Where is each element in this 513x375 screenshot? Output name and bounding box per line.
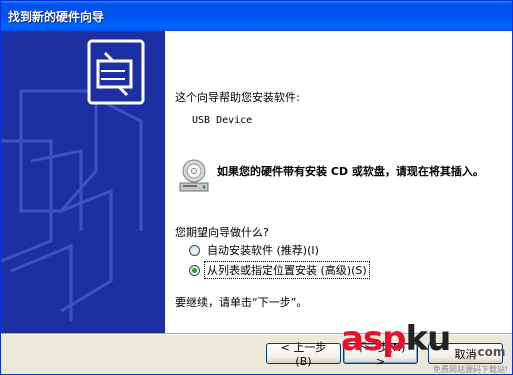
watermark-brand: aspku bbox=[341, 319, 452, 359]
option-auto-install[interactable]: 自动安装软件 (推荐)(I) bbox=[189, 242, 321, 258]
content-pane: 这个向导帮助您安装软件: USB Device 如果您的硬件带有安装 CD 或软… bbox=[165, 31, 512, 333]
cd-drive-icon bbox=[179, 159, 209, 192]
watermark-dotcom: .com bbox=[473, 345, 506, 359]
device-name: USB Device bbox=[192, 115, 253, 126]
watermark-logo: aspku .com 免费网站源码下载站! bbox=[341, 319, 512, 374]
insert-media-note: 如果您的硬件带有安装 CD 或软盘，请现在将其插入。 bbox=[217, 165, 484, 178]
radio-auto-install[interactable] bbox=[189, 244, 200, 256]
question-text: 您期望向导做什么? bbox=[175, 226, 269, 239]
hardware-icon bbox=[87, 39, 145, 105]
title-bar[interactable]: 找到新的硬件向导 bbox=[1, 1, 512, 31]
wizard-banner bbox=[1, 31, 165, 333]
window-title: 找到新的硬件向导 bbox=[8, 10, 105, 24]
watermark-tagline: 免费网站源码下载站! bbox=[433, 365, 509, 374]
back-button[interactable]: < 上一步(B) bbox=[266, 341, 341, 368]
option-manual-install[interactable]: 从列表或指定位置安装 (高级)(S) bbox=[189, 261, 370, 279]
option-auto-install-label: 自动安装软件 (推荐)(I) bbox=[207, 244, 319, 257]
hardware-banner-graphic bbox=[1, 31, 165, 333]
watermark-ku: ku bbox=[405, 319, 452, 359]
watermark-asp: asp bbox=[341, 319, 407, 359]
radio-manual-install[interactable] bbox=[189, 264, 200, 276]
continue-hint: 要继续，请单击“下一步”。 bbox=[175, 296, 308, 309]
intro-text: 这个向导帮助您安装软件: bbox=[175, 91, 300, 104]
wizard-window: 找到新的硬件向导 这个向导帮助您安装软件: USB Device 如果您的硬件带… bbox=[0, 0, 513, 375]
option-manual-install-label: 从列表或指定位置安装 (高级)(S) bbox=[204, 261, 370, 279]
